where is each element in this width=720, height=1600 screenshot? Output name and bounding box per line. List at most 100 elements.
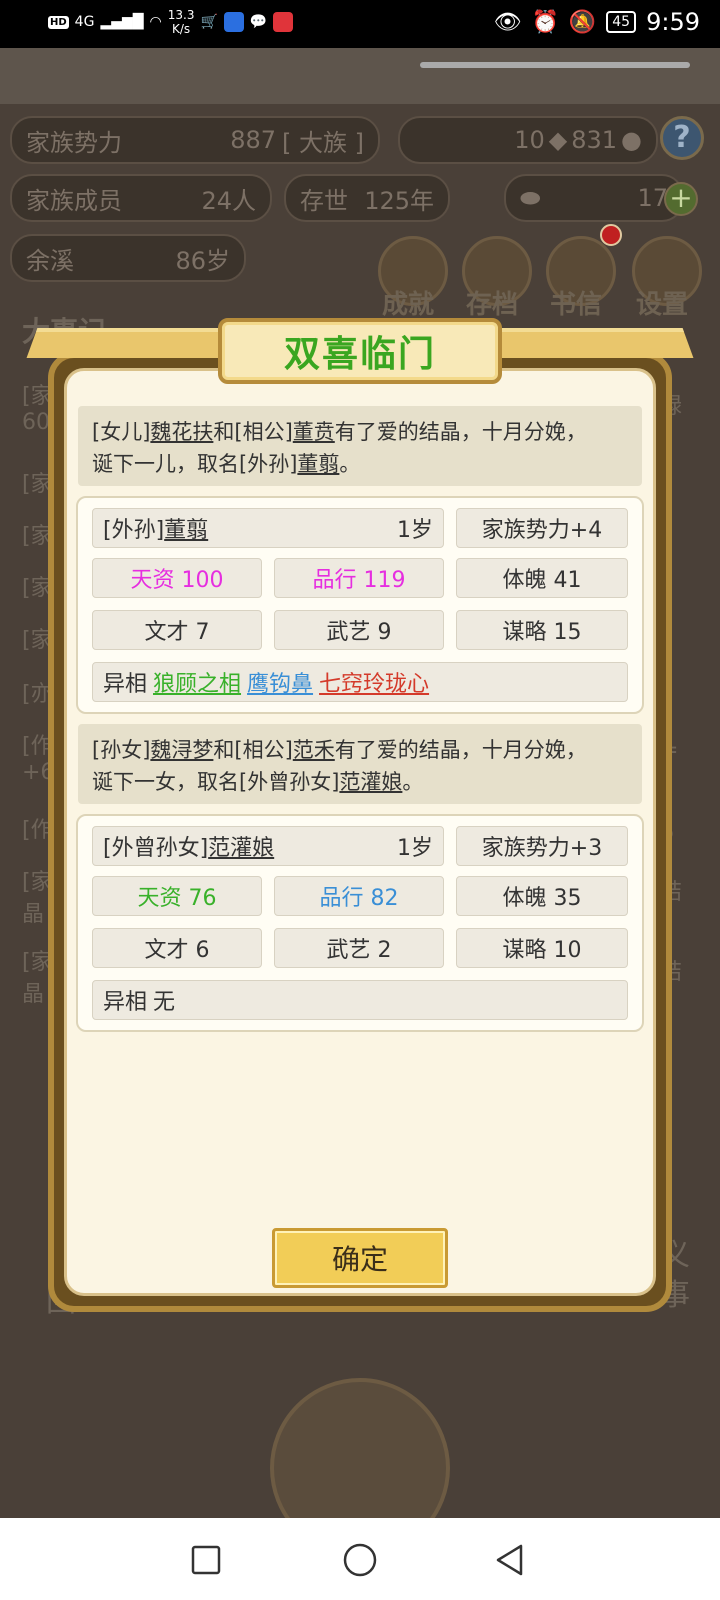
child-name[interactable]: 范灌娘 [208,830,274,862]
trait-link[interactable]: 鹰钩鼻 [247,666,313,698]
child-name-link[interactable]: 范灌娘 [339,770,402,794]
signal-icon: ▂▄▆█ [100,14,144,30]
relation-tag: [孙女] [92,738,151,762]
event-end: 。 [339,452,361,476]
help-button[interactable]: ? [660,116,704,160]
event-description: 有了爱的结晶，十月分娩， [334,738,587,762]
menu-achievements[interactable]: 成就 [382,284,434,321]
gold-icon: ⬬ [520,184,541,212]
eye-icon: 👁 [493,9,522,35]
family-power-bonus: 家族势力+3 [456,826,628,866]
alarm-icon: ⏰ [531,9,559,35]
net-speed-value: 13.3 [167,8,195,22]
members-label: 家族成员 [26,186,122,215]
years-pill: 存世 125年 [284,174,450,222]
add-gold-button[interactable]: + [664,182,698,216]
trait-link[interactable]: 狼顾之相 [153,666,241,698]
home-button[interactable] [340,1540,380,1580]
martial-stat: 武艺 9 [274,610,444,650]
child-name-row: [外孙] 董翦 1岁 [92,508,444,548]
battery-indicator: 45 [606,11,637,33]
net-speed-unit: K/s [172,22,191,36]
cart-icon: 🛒 [200,14,218,30]
child-name-link[interactable]: 董翦 [297,452,339,476]
wifi-icon: ◠ [149,14,162,30]
event-connector: 和[相公] [213,420,293,444]
traits-row: 异相 无 [92,980,628,1020]
hd-icon: HD [48,15,69,29]
trait-link[interactable]: 七窍玲珑心 [319,666,429,698]
event-text-2: [孙女]魏浔梦和[相公]范禾有了爱的结晶，十月分娩， 诞下一女，取名[外曾孙女]… [78,724,642,804]
members-pill: 家族成员 24人 [10,174,272,222]
spouse-name-link[interactable]: 董贲 [293,420,335,444]
status-bar: HD 4G ▂▄▆█ ◠ 13.3 K/s 🛒 💬 👁 ⏰ 🔕 45 9:59 [0,0,720,48]
clock: 9:59 [646,8,700,36]
app-notification-icon [223,12,244,32]
net-speed: 13.3 K/s [168,8,195,36]
child-relation: [外曾孙女] [103,836,209,861]
book-notification-icon [273,12,294,32]
event-end: 。 [402,770,424,794]
mute-icon: 🔕 [568,9,597,35]
parent-name-link[interactable]: 魏浔梦 [150,738,213,762]
traits-label: 异相 [103,672,148,697]
spouse-name-link[interactable]: 范禾 [293,738,335,762]
status-right: 👁 ⏰ 🔕 45 9:59 [494,8,700,36]
event-description: 诞下一儿，取名[外孙] [92,452,298,476]
drag-handle [420,62,690,68]
traits-row: 异相 狼顾之相 鹰钩鼻 七窍玲珑心 [92,662,628,702]
status-left: HD 4G ▂▄▆█ ◠ 13.3 K/s 🛒 💬 [48,8,294,36]
event-text-1: [女儿]魏花扶和[相公]董贲有了爱的结晶，十月分娩， 诞下一儿，取名[外孙]董翦… [78,406,642,486]
child-name[interactable]: 董翦 [164,512,208,544]
conduct-stat: 品行 82 [274,876,444,916]
family-power-rank: [ 大族 ] [282,128,364,157]
conduct-stat: 品行 119 [274,558,444,598]
traits-none: 无 [153,990,176,1015]
family-power-bonus: 家族势力+4 [456,508,628,548]
log-fragment: 晶 [22,982,45,1007]
physique-stat: 体魄 35 [456,876,628,916]
family-power-value: 887 [230,126,277,154]
log-fragment: 60 [22,410,50,435]
notification-dot [600,224,622,246]
stone-count: 10 [514,126,545,154]
top-strip [0,48,720,104]
talent-stat: 天资 76 [92,876,262,916]
currency-pill[interactable]: 10 ◆ 831 ● [398,116,658,164]
traits-label: 异相 [103,990,148,1015]
relation-tag: [女儿] [92,420,151,444]
dialog-title-plate: 双喜临门 [218,318,502,384]
menu-save[interactable]: 存档 [466,284,518,321]
recents-button[interactable] [186,1540,226,1580]
talent-stat: 天资 100 [92,558,262,598]
child-age: 1岁 [397,518,433,543]
menu-letters[interactable]: 书信 [550,284,602,321]
dialog-title: 双喜临门 [283,334,436,375]
network-type: 4G [74,14,95,30]
martial-stat: 武艺 2 [274,928,444,968]
child-age: 1岁 [397,836,433,861]
triangle-back-icon [496,1544,523,1576]
strategy-stat: 谋略 10 [456,928,628,968]
gold-pill[interactable]: ⬬ 17 [504,174,684,222]
leader-age: 86岁 [175,246,230,275]
event-connector: 和[相公] [213,738,293,762]
back-button[interactable] [490,1540,530,1580]
literacy-stat: 文才 6 [92,928,262,968]
family-power-pill[interactable]: 家族势力 887 [ 大族 ] [10,116,380,164]
message-icon: 💬 [249,14,268,30]
years-label: 存世 [300,186,348,215]
log-fragment: 晶 [22,902,45,927]
leader-pill[interactable]: 余溪 86岁 [10,234,246,282]
family-power-label: 家族势力 [26,128,122,157]
coin-icon: ● [621,126,642,154]
square-icon [191,1545,221,1575]
circle-icon [343,1543,377,1577]
confirm-button[interactable]: 确定 [272,1228,448,1288]
literacy-stat: 文才 7 [92,610,262,650]
menu-settings[interactable]: 设置 [636,284,688,321]
system-nav-bar [0,1518,720,1600]
members-value: 24人 [201,186,256,215]
strategy-stat: 谋略 15 [456,610,628,650]
parent-name-link[interactable]: 魏花扶 [150,420,213,444]
